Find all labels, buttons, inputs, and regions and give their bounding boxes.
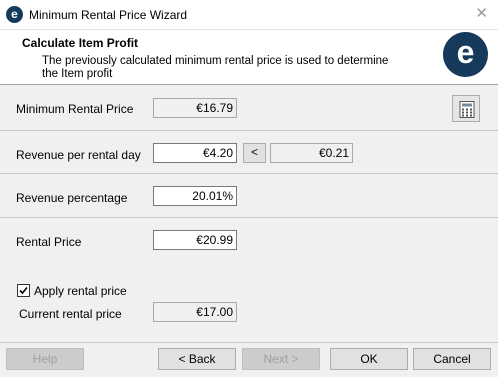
divider bbox=[0, 173, 498, 174]
min-rental-price-field: €16.79 bbox=[153, 98, 237, 118]
ok-button[interactable]: OK bbox=[330, 348, 408, 370]
calculator-icon bbox=[459, 101, 475, 118]
window-title: Minimum Rental Price Wizard bbox=[29, 8, 188, 22]
revenue-percentage-input[interactable]: 20.01% bbox=[153, 186, 237, 206]
back-button[interactable]: < Back bbox=[158, 348, 236, 370]
rental-price-input[interactable]: €20.99 bbox=[153, 230, 237, 250]
rental-price-label: Rental Price bbox=[16, 235, 82, 249]
revenue-per-day-computed: €0.21 bbox=[270, 143, 353, 163]
divider bbox=[0, 130, 498, 131]
step-title: Calculate Item Profit bbox=[22, 36, 139, 50]
close-icon[interactable]: ✕ bbox=[475, 6, 488, 22]
revenue-percentage-label: Revenue percentage bbox=[16, 191, 128, 205]
current-rental-price-field: €17.00 bbox=[153, 302, 237, 322]
revenue-per-day-input[interactable]: €4.20 bbox=[153, 143, 237, 163]
brand-logo: e bbox=[443, 32, 488, 77]
app-icon: e bbox=[6, 6, 23, 23]
next-button[interactable]: Next > bbox=[242, 348, 320, 370]
cancel-button[interactable]: Cancel bbox=[413, 348, 491, 370]
checkmark-icon bbox=[19, 286, 28, 295]
help-button[interactable]: Help bbox=[6, 348, 84, 370]
copy-revenue-button[interactable]: < bbox=[243, 143, 266, 163]
apply-rental-price-label[interactable]: Apply rental price bbox=[34, 284, 127, 298]
step-description: The previously calculated minimum rental… bbox=[42, 55, 389, 80]
wizard-header: Calculate Item Profit The previously cal… bbox=[0, 30, 498, 85]
min-rental-price-label: Minimum Rental Price bbox=[16, 102, 134, 116]
calculator-button[interactable] bbox=[452, 95, 480, 122]
title-bar: e Minimum Rental Price Wizard ✕ bbox=[0, 0, 498, 30]
revenue-per-day-label: Revenue per rental day bbox=[16, 148, 141, 162]
current-rental-price-label: Current rental price bbox=[19, 307, 122, 321]
apply-rental-price-checkbox[interactable] bbox=[17, 284, 30, 297]
divider bbox=[0, 217, 498, 218]
